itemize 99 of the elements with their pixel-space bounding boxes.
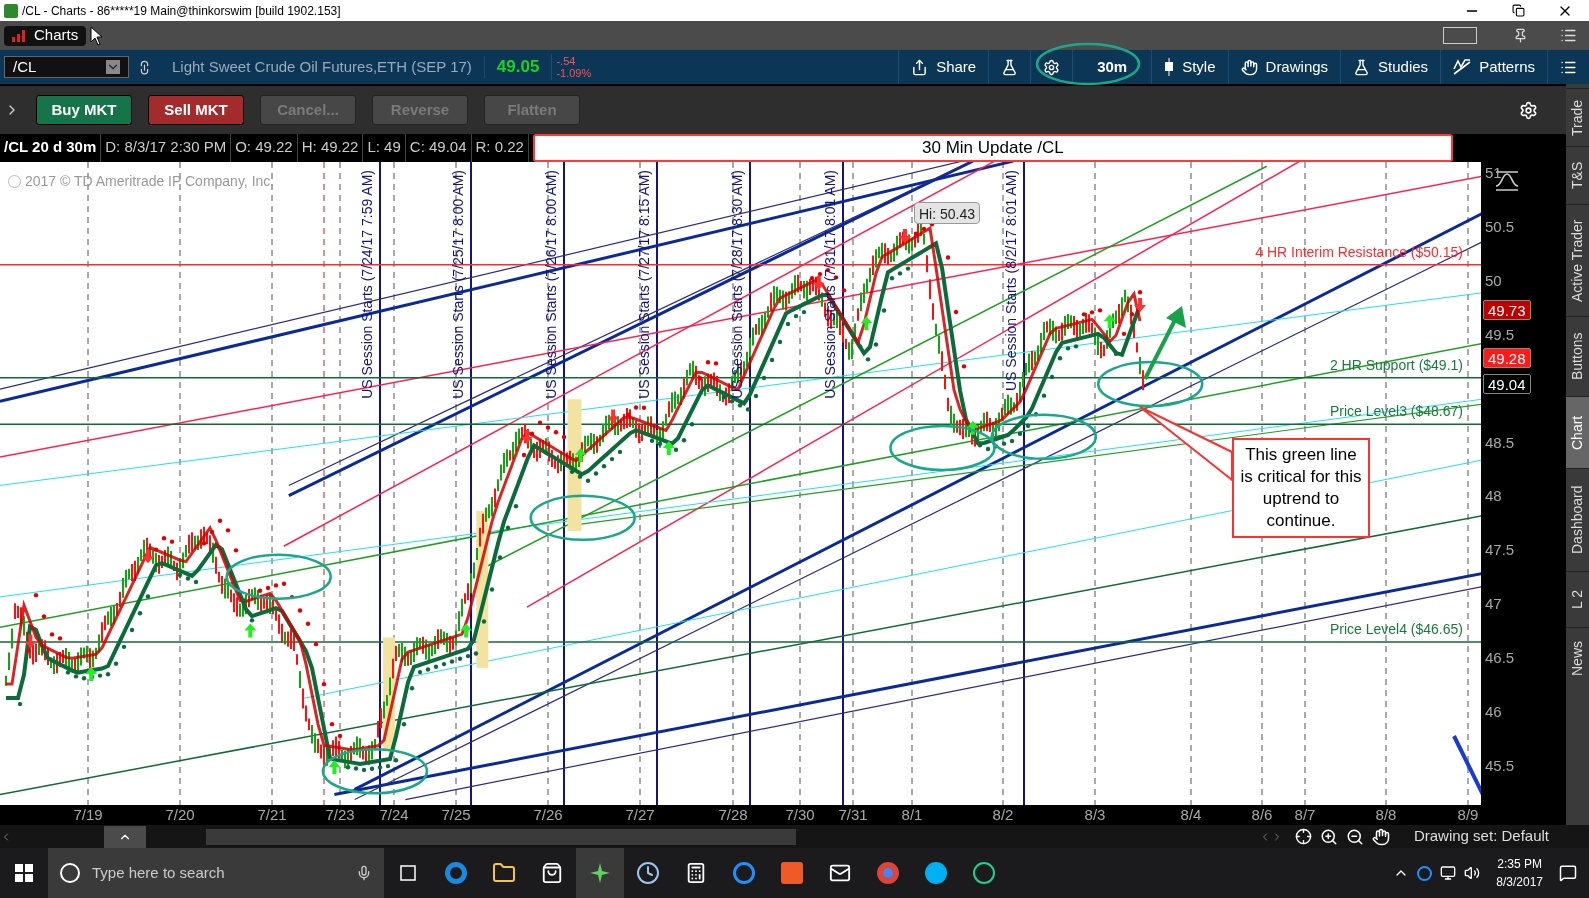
date-tick: 7/25 xyxy=(441,806,471,823)
tray-app-icon[interactable] xyxy=(1417,865,1433,881)
drawing-set-label[interactable]: Drawing set: Default xyxy=(1413,825,1549,848)
microphone-icon xyxy=(356,865,372,881)
date-tick: 8/8 xyxy=(1375,806,1397,823)
price-tick: 45.5 xyxy=(1485,756,1515,774)
order-button[interactable]: Buy MKT xyxy=(36,95,132,125)
chart-title-box: 30 Min Update /CL xyxy=(532,134,1453,162)
symbol-select[interactable]: /CL xyxy=(4,56,129,78)
window-title: /CL - Charts - 86*****19 Main@thinkorswim [build 1902.153] xyxy=(22,2,341,20)
charts-tab[interactable]: Charts xyxy=(4,25,87,46)
price-tick: 46.5 xyxy=(1485,649,1515,667)
sell-signal-arrow xyxy=(24,634,37,649)
date-tick: 8/6 xyxy=(1251,806,1273,823)
price-tick: 51 xyxy=(1485,164,1502,181)
price-badge: 49.28 xyxy=(1483,348,1531,368)
price-tick: 47.5 xyxy=(1485,541,1515,559)
crosshair-icon[interactable] xyxy=(1294,828,1312,845)
sell-signal-arrow xyxy=(1134,298,1147,312)
flask-icon xyxy=(1001,58,1019,76)
notifications-icon[interactable] xyxy=(1559,864,1577,882)
app-icon[interactable] xyxy=(576,848,624,898)
price-tick: 50 xyxy=(1485,271,1502,289)
date-tick: 8/3 xyxy=(1084,806,1106,823)
price-tick: 48.5 xyxy=(1485,433,1515,451)
date-tick: 8/1 xyxy=(901,806,923,823)
price-tick: 46 xyxy=(1485,703,1502,720)
zoom-in-icon[interactable] xyxy=(1319,827,1338,846)
last-price: 49.05 xyxy=(484,54,553,80)
date-tick: 7/30 xyxy=(785,806,815,823)
price-tick: 48 xyxy=(1485,487,1502,505)
date-tick: 7/28 xyxy=(718,806,748,823)
pin-icon[interactable] xyxy=(1513,28,1528,43)
settings-icon xyxy=(1043,58,1061,76)
sell-signal-arrow xyxy=(812,275,825,290)
callout-text: This green line is critical for this uptrend to continue. xyxy=(1232,438,1370,538)
share-icon xyxy=(911,58,929,76)
sell-signal-arrow xyxy=(898,229,911,244)
list-icon[interactable] xyxy=(1560,27,1577,44)
date-tick: 7/31 xyxy=(838,806,868,823)
date-tick: 7/23 xyxy=(325,806,355,823)
price-badge: 49.04 xyxy=(1483,374,1531,394)
side-tab[interactable]: Chart xyxy=(1566,396,1589,468)
date-tick: 8/4 xyxy=(1180,806,1202,823)
buy-signal-arrow xyxy=(328,760,341,775)
price-tick: 50.5 xyxy=(1485,217,1515,235)
symbol-description: Light Sweet Crude Oil Futures,ETH (SEP 17) xyxy=(172,55,485,79)
net-change: -.54 xyxy=(556,55,577,67)
date-tick: 8/2 xyxy=(992,806,1014,823)
date-tick: 7/21 xyxy=(257,806,287,823)
buy-signal-arrow xyxy=(460,623,473,638)
percent-change: -1.09% xyxy=(556,67,592,79)
settings-icon[interactable] xyxy=(1519,100,1538,120)
date-tick: 7/24 xyxy=(379,806,409,823)
sell-signal-arrow xyxy=(141,549,154,564)
clock-date[interactable]: 8/3/2017 xyxy=(1496,873,1543,891)
hand-icon[interactable] xyxy=(1371,827,1390,846)
collapse-tab[interactable] xyxy=(104,825,146,848)
date-tick: 8/9 xyxy=(1457,806,1479,823)
session-label: US Session Starts (8/2/17 8:01 AM) xyxy=(1003,170,1019,391)
dropdown-icon xyxy=(106,60,120,74)
clock-time[interactable]: 2:35 PM xyxy=(1497,855,1542,873)
sell-signal-arrow xyxy=(520,429,533,444)
layout-icon[interactable] xyxy=(1443,27,1477,44)
restore-icon[interactable] xyxy=(1512,4,1525,17)
high-price-label: Hi: 50.43 xyxy=(914,202,981,224)
order-button[interactable]: Sell MKT xyxy=(148,95,244,125)
level-label: Price Level4 ($46.65) xyxy=(1329,620,1463,637)
taskbar-search-field[interactable]: Type here to search xyxy=(48,848,384,898)
app-icon xyxy=(4,3,18,18)
copyright-text: 2017 © TD Ameritrade IP Company, Inc. xyxy=(25,172,275,191)
network-icon[interactable] xyxy=(1440,865,1457,881)
buy-signal-arrow xyxy=(244,623,257,638)
session-label: US Session Starts (7/27/17 8:15 AM) xyxy=(636,170,652,399)
zoom-out-icon[interactable] xyxy=(1345,827,1364,846)
bar-chart-icon xyxy=(12,29,26,42)
price-tick: 47 xyxy=(1485,595,1502,613)
cursor-icon xyxy=(90,25,104,46)
date-tick: 7/26 xyxy=(533,806,563,823)
buy-signal-arrow xyxy=(860,316,873,331)
sell-signal-arrow xyxy=(607,409,620,424)
level-label: 4 HR Interim Resistance ($50.15) xyxy=(1255,243,1463,260)
flask-icon xyxy=(1353,58,1371,76)
candlestick-icon xyxy=(1164,58,1175,76)
price-tick: 49.5 xyxy=(1485,325,1515,343)
date-tick: 7/27 xyxy=(625,806,655,823)
zigzag-icon xyxy=(1453,59,1472,75)
buy-signal-arrow xyxy=(966,420,979,435)
volume-icon[interactable] xyxy=(1464,865,1481,881)
buy-signal-arrow xyxy=(574,448,587,463)
hand-icon xyxy=(1240,58,1258,76)
date-tick: 8/7 xyxy=(1294,806,1316,823)
buy-signal-arrow xyxy=(662,440,675,455)
date-tick: 7/19 xyxy=(73,806,103,823)
scrollbar-thumb[interactable] xyxy=(206,828,796,845)
buy-signal-arrow xyxy=(85,666,98,681)
buy-signal-arrow xyxy=(1103,314,1116,329)
price-badge: 49.73 xyxy=(1483,300,1531,320)
date-tick: 7/20 xyxy=(165,806,195,823)
